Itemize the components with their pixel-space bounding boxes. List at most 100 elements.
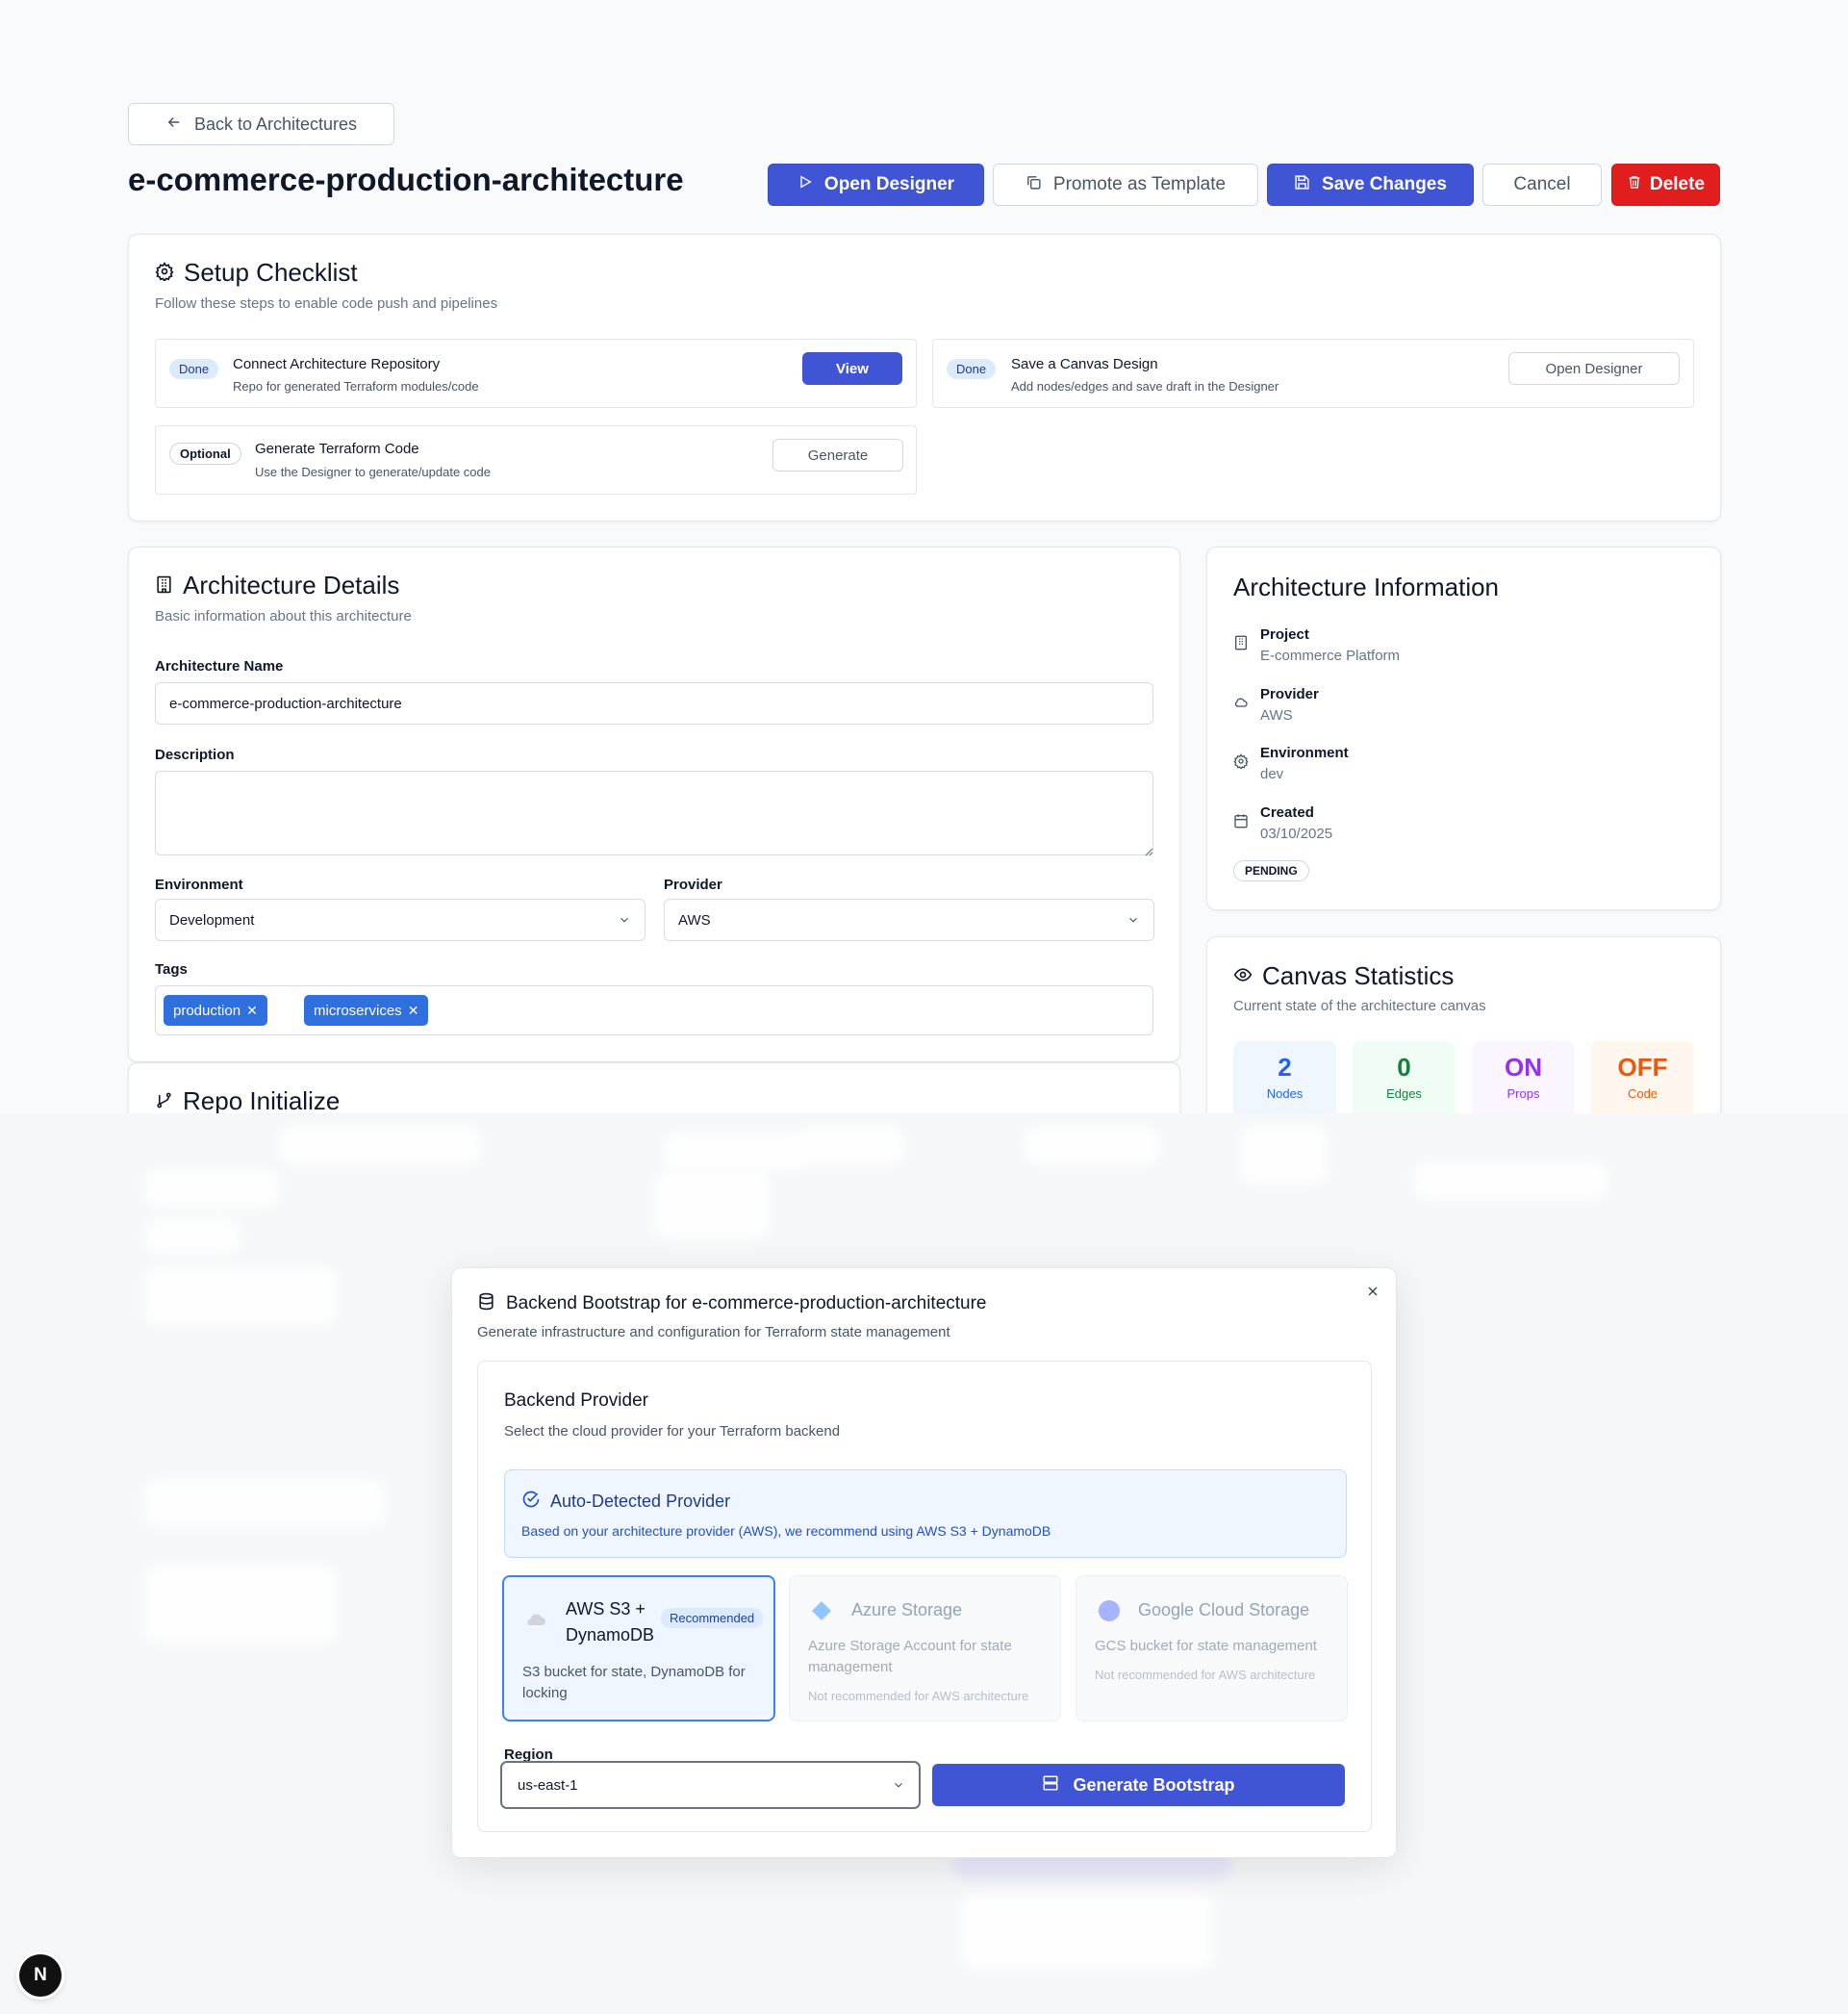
remove-tag-icon[interactable]: ✕ [408, 1003, 419, 1019]
close-icon[interactable] [1365, 1284, 1380, 1304]
backend-provider-card: Backend Provider Select the cloud provid… [477, 1361, 1372, 1832]
info-title: Architecture Information [1233, 573, 1500, 601]
repo-title: Repo Initialize [183, 1086, 341, 1113]
blurred-shape [144, 1169, 279, 1208]
environment-value: Development [169, 911, 255, 929]
gear-icon [1233, 753, 1249, 774]
environment-label: Environment [155, 877, 243, 893]
environment-select[interactable]: Development [155, 899, 646, 941]
delete-button[interactable]: Delete [1611, 164, 1720, 206]
info-row-created: Created 03/10/2025 [1233, 804, 1332, 842]
tag-label: production [173, 1002, 241, 1019]
delete-label: Delete [1649, 174, 1706, 194]
back-to-architectures-button[interactable]: Back to Architectures [128, 103, 394, 145]
generate-button[interactable]: Generate [772, 439, 903, 472]
option-description: GCS bucket for state management [1095, 1638, 1317, 1654]
architecture-name-input[interactable]: e-commerce-production-architecture [155, 682, 1153, 725]
recommended-badge: Recommended [661, 1608, 764, 1628]
cancel-button[interactable]: Cancel [1482, 164, 1602, 206]
repo-initialize-card: Repo Initialize [128, 1062, 1180, 1113]
details-heading: Architecture Details [155, 571, 399, 600]
stats-subtitle: Current state of the architecture canvas [1233, 998, 1486, 1014]
description-textarea[interactable] [155, 771, 1153, 855]
tag-chip: production ✕ [164, 995, 267, 1026]
provider-value: AWS [678, 911, 711, 929]
remove-tag-icon[interactable]: ✕ [246, 1003, 258, 1019]
generate-bootstrap-label: Generate Bootstrap [1073, 1774, 1235, 1795]
region-select[interactable]: us-east-1 [500, 1761, 921, 1809]
item-subtitle: Use the Designer to generate/update code [255, 465, 492, 479]
calendar-icon [1233, 813, 1249, 833]
stats-title: Canvas Statistics [1262, 961, 1455, 990]
info-row-environment: Environment dev [1233, 745, 1349, 782]
building-icon [1233, 635, 1249, 655]
dialog-title: Backend Bootstrap for e-commerce-product… [506, 1293, 987, 1313]
info-label: Created [1260, 804, 1314, 821]
open-designer-label: Open Designer [823, 174, 955, 194]
blurred-shape [1414, 1161, 1607, 1200]
option-description: S3 bucket for state, DynamoDB for lockin… [522, 1664, 746, 1701]
stat-nodes: 2 Nodes [1233, 1041, 1336, 1113]
provider-option-aws[interactable]: AWS S3 + DynamoDB Recommended S3 bucket … [502, 1575, 775, 1721]
open-designer-small-button[interactable]: Open Designer [1508, 352, 1680, 385]
auto-detected-text: Based on your architecture provider (AWS… [521, 1523, 1051, 1539]
play-icon [797, 174, 813, 195]
architecture-detail-page: Back to Architectures e-commerce-product… [0, 0, 1848, 1113]
promote-label: Promote as Template [1052, 174, 1227, 194]
promote-template-button[interactable]: Promote as Template [993, 164, 1258, 206]
dev-tools-badge[interactable]: N [19, 1954, 62, 1997]
stat-value: 0 [1397, 1053, 1411, 1082]
gear-icon [155, 258, 174, 288]
checklist-heading: Setup Checklist [155, 258, 358, 288]
provider-option-gcs[interactable]: Google Cloud Storage GCS bucket for stat… [1076, 1575, 1348, 1721]
tags-label: Tags [155, 961, 188, 978]
tags-input[interactable]: production ✕ microservices ✕ [155, 985, 1153, 1035]
option-note: Not recommended for AWS architecture [808, 1689, 1029, 1703]
info-label: Environment [1260, 745, 1349, 761]
info-row-provider: Provider AWS [1233, 686, 1319, 724]
provider-section-subtitle: Select the cloud provider for your Terra… [504, 1423, 841, 1440]
checklist-title: Setup Checklist [184, 258, 358, 287]
provider-option-azure[interactable]: Azure Storage Azure Storage Account for … [789, 1575, 1061, 1721]
info-value: AWS [1260, 707, 1293, 724]
chevron-down-icon [1127, 913, 1140, 931]
canvas-statistics-card: Canvas Statistics Current state of the a… [1206, 936, 1721, 1113]
item-subtitle: Add nodes/edges and save draft in the De… [1011, 379, 1279, 394]
info-value: 03/10/2025 [1260, 826, 1333, 842]
blurred-shape [144, 1267, 337, 1325]
item-subtitle: Repo for generated Terraform modules/cod… [233, 379, 479, 394]
provider-select[interactable]: AWS [664, 899, 1154, 941]
view-repository-button[interactable]: View [802, 352, 902, 385]
chevron-down-icon [618, 913, 631, 931]
checklist-item-repository: Done Connect Architecture Repository Rep… [155, 339, 917, 408]
stat-code: OFF Code [1591, 1041, 1694, 1113]
blurred-shape [798, 1127, 904, 1165]
blurred-shape [144, 1219, 240, 1254]
option-name: Google Cloud Storage [1138, 1600, 1310, 1619]
cloud-icon [522, 1610, 547, 1634]
resize-handle-icon[interactable] [1144, 844, 1153, 861]
auto-detected-heading: Auto-Detected Provider [521, 1490, 730, 1514]
stats-heading: Canvas Statistics [1233, 961, 1454, 991]
repo-heading: Repo Initialize [155, 1086, 340, 1113]
blurred-shape [1241, 1127, 1328, 1185]
provider-label: Provider [664, 877, 722, 893]
generate-bootstrap-button[interactable]: Generate Bootstrap [932, 1764, 1345, 1806]
auto-detected-title: Auto-Detected Provider [550, 1491, 731, 1511]
setup-checklist-card: Setup Checklist Follow these steps to en… [128, 234, 1721, 522]
azure-diamond-icon [811, 1600, 832, 1626]
blurred-shape [962, 1893, 1212, 1970]
status-badge: Optional [169, 443, 241, 465]
save-changes-button[interactable]: Save Changes [1267, 164, 1474, 206]
cancel-label: Cancel [1513, 174, 1571, 194]
stat-props: ON Props [1472, 1041, 1575, 1113]
info-row-project: Project E-commerce Platform [1233, 626, 1400, 664]
gcs-circle-icon [1098, 1599, 1121, 1627]
option-name: AWS S3 + DynamoDB [566, 1596, 654, 1648]
dialog-heading: Backend Bootstrap for e-commerce-product… [477, 1292, 987, 1315]
name-label: Architecture Name [155, 658, 284, 675]
git-branch-icon [155, 1086, 173, 1113]
item-title: Save a Canvas Design [1011, 356, 1158, 372]
open-designer-button[interactable]: Open Designer [768, 164, 984, 206]
item-title: Generate Terraform Code [255, 441, 419, 457]
